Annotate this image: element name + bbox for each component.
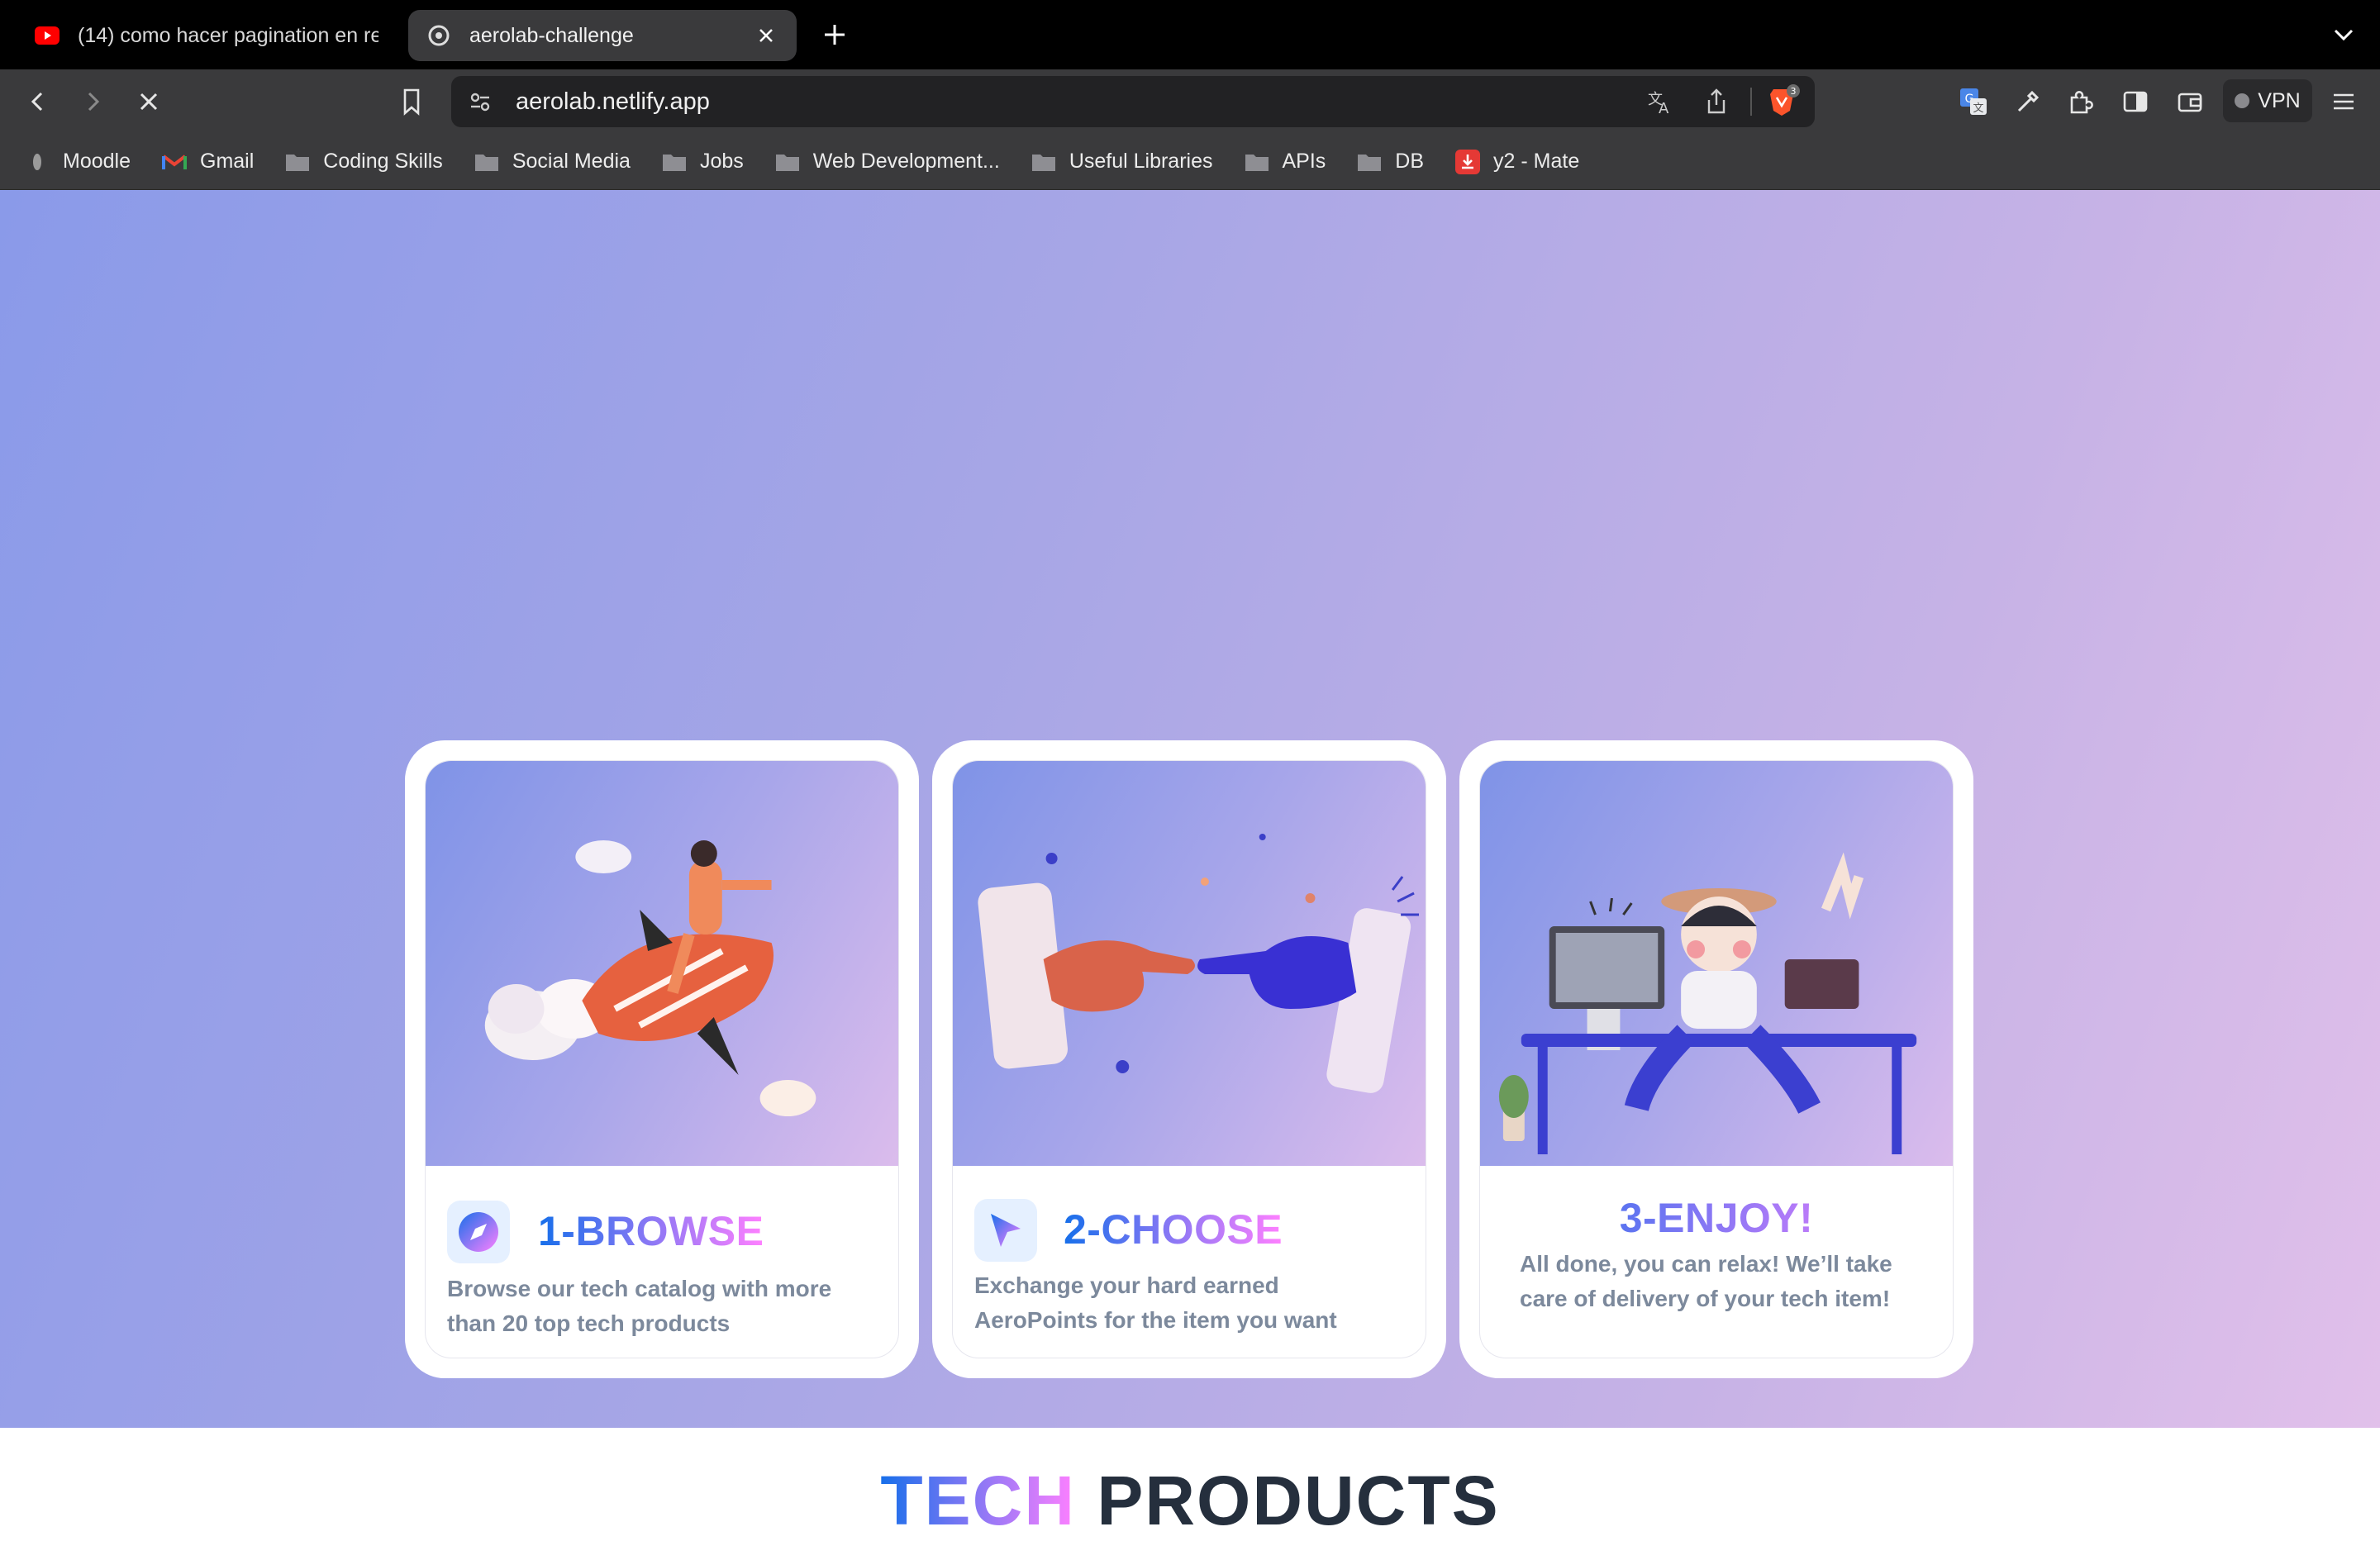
color-picker-icon[interactable]: [2011, 85, 2044, 118]
forward-icon[interactable]: [76, 85, 109, 118]
step-description-line: than 20 top tech products: [447, 1310, 731, 1336]
step-card-enjoy: 3-ENJOY! All done, you can relax! We’ll …: [1459, 740, 1973, 1378]
stop-loading-icon[interactable]: [132, 85, 165, 118]
extensions-icon[interactable]: [2064, 85, 2097, 118]
svg-text:文: 文: [1973, 102, 1983, 115]
bookmark-label: Coding Skills: [323, 150, 443, 173]
bookmark-label: APIs: [1282, 150, 1326, 173]
folder-icon: [474, 151, 499, 173]
step-card-browse: 1-BROWSE Browse our tech catalog with mo…: [405, 740, 919, 1378]
bookmark-label: Gmail: [200, 150, 255, 173]
vpn-button[interactable]: VPN: [2223, 79, 2312, 122]
step-card-inner: 1-BROWSE Browse our tech catalog with mo…: [425, 760, 899, 1358]
bookmark-label: Web Development...: [812, 150, 1000, 173]
section-heading-rest: PRODUCTS: [1097, 1462, 1500, 1539]
step-description-line: All done, you can relax! We’ll take: [1520, 1251, 1892, 1277]
menu-icon[interactable]: [2327, 85, 2360, 118]
folder-icon: [1357, 151, 1382, 173]
bookmark-y2mate[interactable]: y2 - Mate: [1455, 149, 1580, 174]
folder-icon: [285, 151, 310, 173]
bookmark-folder-apis[interactable]: APIs: [1245, 150, 1326, 174]
cursor-icon: [974, 1199, 1037, 1262]
step-description-line: AeroPoints for the item you want: [974, 1307, 1337, 1333]
step-title: 2-CHOOSE: [1064, 1206, 1283, 1253]
folder-icon: [662, 151, 687, 173]
bookmark-folder-social-media[interactable]: Social Media: [474, 150, 631, 174]
bookmark-label: DB: [1395, 150, 1425, 173]
step-card-inner: 3-ENJOY! All done, you can relax! We’ll …: [1479, 760, 1954, 1358]
relax-illustration: [1480, 761, 1953, 1166]
handshake-illustration: [953, 761, 1426, 1166]
bookmark-label: Social Media: [512, 150, 631, 173]
share-icon[interactable]: [1704, 88, 1729, 116]
youtube-icon: [35, 26, 60, 45]
bookmark-icon[interactable]: [395, 85, 428, 118]
section-heading-highlight: TECH: [880, 1462, 1076, 1539]
shields-count: 3: [1791, 86, 1797, 97]
tab-youtube[interactable]: (14) como hacer pagination en rea: [17, 10, 397, 61]
site-icon: [426, 25, 451, 46]
tab-title: aerolab-challenge: [469, 23, 634, 47]
rocket-illustration: [426, 761, 898, 1166]
download-icon: [1455, 149, 1481, 174]
vpn-status-icon: [2235, 93, 2250, 108]
url-divider: [1750, 88, 1752, 116]
bookmark-folder-web-development[interactable]: Web Development...: [775, 150, 1000, 174]
bookmark-folder-coding-skills[interactable]: Coding Skills: [285, 150, 443, 174]
section-heading: TECH PRODUCTS: [0, 1461, 2380, 1541]
compass-icon: [447, 1201, 510, 1263]
step-title: 1-BROWSE: [538, 1208, 764, 1254]
browser-toolbar: aerolab.netlify.app 文A 3 G文 VPN: [0, 69, 2380, 134]
step-description: All done, you can relax! We’ll take care…: [1520, 1247, 1892, 1316]
tab-title: (14) como hacer pagination en rea: [78, 23, 378, 47]
close-tab-icon[interactable]: [754, 23, 778, 48]
svg-text:A: A: [1659, 100, 1669, 116]
step-description-line: Exchange your hard earned: [974, 1272, 1279, 1298]
tab-list-chevron-icon[interactable]: [2329, 20, 2359, 50]
bookmark-folder-jobs[interactable]: Jobs: [662, 150, 744, 174]
wallet-icon[interactable]: [2173, 85, 2206, 118]
tab-aerolab[interactable]: aerolab-challenge: [408, 10, 797, 61]
bookmark-moodle[interactable]: Moodle: [25, 150, 131, 174]
brave-shields-icon[interactable]: 3: [1767, 84, 1800, 117]
back-icon[interactable]: [21, 85, 55, 118]
steps-cards: 1-BROWSE Browse our tech catalog with mo…: [405, 740, 1975, 1378]
step-card-inner: 2-CHOOSE Exchange your hard earned AeroP…: [952, 760, 1426, 1358]
folder-icon: [775, 151, 800, 173]
site-settings-icon[interactable]: [468, 89, 493, 114]
folder-icon: [1031, 151, 1056, 173]
address-bar[interactable]: aerolab.netlify.app 文A 3: [451, 76, 1815, 127]
translate-icon[interactable]: 文A: [1646, 88, 1674, 117]
step-card-choose: 2-CHOOSE Exchange your hard earned AeroP…: [932, 740, 1446, 1378]
tab-bar: (14) como hacer pagination en rea aerola…: [0, 0, 2380, 69]
bookmark-gmail[interactable]: Gmail: [162, 150, 254, 174]
folder-icon: [1245, 151, 1269, 173]
bookmark-label: Moodle: [63, 150, 131, 173]
google-translate-icon[interactable]: G文: [1957, 85, 1990, 118]
bookmarks-bar: Moodle Gmail Coding Skills Social Media …: [0, 134, 2380, 190]
gmail-icon: [162, 151, 187, 173]
bookmark-label: Useful Libraries: [1069, 150, 1213, 173]
new-tab-button[interactable]: [818, 18, 851, 51]
url-text: aerolab.netlify.app: [516, 88, 710, 115]
sidebar-toggle-icon[interactable]: [2119, 85, 2152, 118]
bookmark-folder-db[interactable]: DB: [1357, 150, 1424, 174]
step-title: 3-ENJOY!: [1480, 1194, 1953, 1242]
step-description: Exchange your hard earned AeroPoints for…: [974, 1268, 1337, 1338]
hero-section: 1-BROWSE Browse our tech catalog with mo…: [0, 190, 2380, 1428]
moodle-icon: [25, 151, 50, 173]
step-description: Browse our tech catalog with more than 2…: [447, 1272, 831, 1341]
bookmark-label: Jobs: [699, 150, 744, 173]
page-content: 1-BROWSE Browse our tech catalog with mo…: [0, 190, 2380, 1539]
step-description-line: Browse our tech catalog with more: [447, 1276, 832, 1301]
bookmark-folder-useful-libraries[interactable]: Useful Libraries: [1031, 150, 1213, 174]
step-description-line: care of delivery of your tech item!: [1520, 1286, 1891, 1311]
bookmark-label: y2 - Mate: [1493, 150, 1580, 173]
vpn-label: VPN: [2258, 88, 2301, 112]
